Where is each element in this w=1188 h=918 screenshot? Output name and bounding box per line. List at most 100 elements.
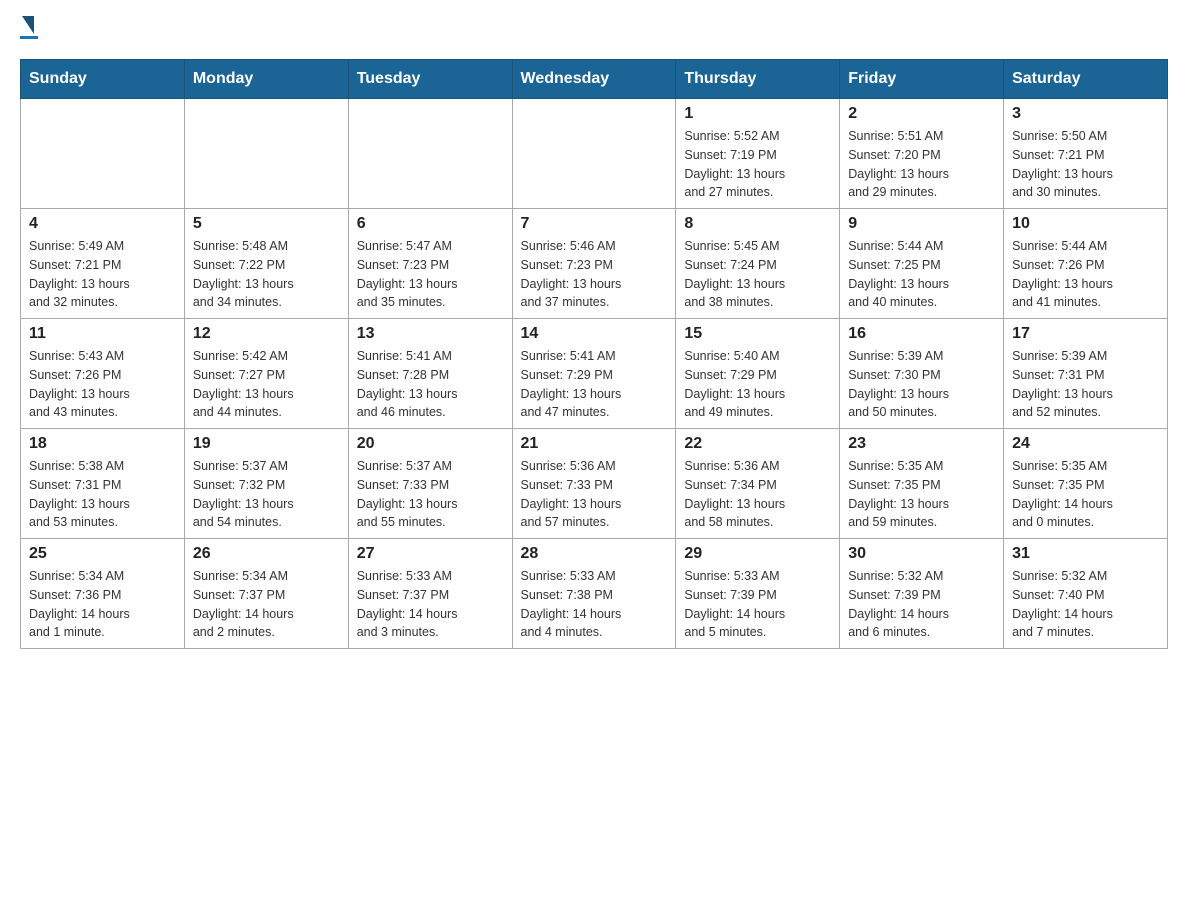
calendar-cell: 6 Sunrise: 5:47 AM Sunset: 7:23 PM Daylig… (348, 209, 512, 319)
day-info: Sunrise: 5:32 AM Sunset: 7:39 PM Dayligh… (848, 567, 995, 642)
day-number: 6 (357, 215, 504, 233)
header-thursday: Thursday (676, 60, 840, 99)
day-info: Sunrise: 5:37 AM Sunset: 7:32 PM Dayligh… (193, 457, 340, 532)
calendar-cell: 25 Sunrise: 5:34 AM Sunset: 7:36 PM Dayli… (21, 539, 185, 649)
calendar-table: Sunday Monday Tuesday Wednesday Thursday… (20, 59, 1168, 649)
calendar-week-row: 1Sunrise: 5:52 AM Sunset: 7:19 PM Daylig… (21, 99, 1168, 209)
day-number: 14 (521, 325, 668, 343)
calendar-header-row: Sunday Monday Tuesday Wednesday Thursday… (21, 60, 1168, 99)
calendar-cell: 31 Sunrise: 5:32 AM Sunset: 7:40 PM Dayli… (1004, 539, 1168, 649)
calendar-week-row: 11Sunrise: 5:43 AM Sunset: 7:26 PM Dayli… (21, 319, 1168, 429)
calendar-cell: 12 Sunrise: 5:42 AM Sunset: 7:27 PM Dayli… (184, 319, 348, 429)
calendar-cell: 9 Sunrise: 5:44 AM Sunset: 7:25 PM Daylig… (840, 209, 1004, 319)
calendar-cell: 4 Sunrise: 5:49 AM Sunset: 7:21 PM Daylig… (21, 209, 185, 319)
day-number: 3 (1012, 105, 1159, 123)
calendar-cell: 16 Sunrise: 5:39 AM Sunset: 7:30 PM Dayli… (840, 319, 1004, 429)
header-wednesday: Wednesday (512, 60, 676, 99)
day-info: Sunrise: 5:33 AM Sunset: 7:39 PM Dayligh… (684, 567, 831, 642)
day-info: Sunrise: 5:41 AM Sunset: 7:29 PM Dayligh… (521, 347, 668, 422)
logo (20, 20, 38, 39)
day-number: 9 (848, 215, 995, 233)
calendar-cell: 23Sunrise: 5:35 AM Sunset: 7:35 PM Dayli… (840, 429, 1004, 539)
day-number: 4 (29, 215, 176, 233)
day-number: 13 (357, 325, 504, 343)
day-number: 15 (684, 325, 831, 343)
day-info: Sunrise: 5:48 AM Sunset: 7:22 PM Dayligh… (193, 237, 340, 312)
day-info: Sunrise: 5:33 AM Sunset: 7:38 PM Dayligh… (521, 567, 668, 642)
day-info: Sunrise: 5:42 AM Sunset: 7:27 PM Dayligh… (193, 347, 340, 422)
day-info: Sunrise: 5:34 AM Sunset: 7:36 PM Dayligh… (29, 567, 176, 642)
calendar-cell: 5Sunrise: 5:48 AM Sunset: 7:22 PM Daylig… (184, 209, 348, 319)
calendar-cell: 29 Sunrise: 5:33 AM Sunset: 7:39 PM Dayli… (676, 539, 840, 649)
day-info: Sunrise: 5:33 AM Sunset: 7:37 PM Dayligh… (357, 567, 504, 642)
day-number: 8 (684, 215, 831, 233)
calendar-cell: 15 Sunrise: 5:40 AM Sunset: 7:29 PM Dayli… (676, 319, 840, 429)
calendar-cell: 18 Sunrise: 5:38 AM Sunset: 7:31 PM Dayli… (21, 429, 185, 539)
logo-underline (20, 36, 38, 39)
day-info: Sunrise: 5:36 AM Sunset: 7:34 PM Dayligh… (684, 457, 831, 532)
calendar-cell (184, 99, 348, 209)
day-info: Sunrise: 5:44 AM Sunset: 7:26 PM Dayligh… (1012, 237, 1159, 312)
calendar-cell (512, 99, 676, 209)
day-info: Sunrise: 5:39 AM Sunset: 7:31 PM Dayligh… (1012, 347, 1159, 422)
calendar-cell: 20 Sunrise: 5:37 AM Sunset: 7:33 PM Dayli… (348, 429, 512, 539)
day-info: Sunrise: 5:44 AM Sunset: 7:25 PM Dayligh… (848, 237, 995, 312)
day-number: 1 (684, 105, 831, 123)
day-info: Sunrise: 5:38 AM Sunset: 7:31 PM Dayligh… (29, 457, 176, 532)
day-number: 18 (29, 435, 176, 453)
day-info: Sunrise: 5:39 AM Sunset: 7:30 PM Dayligh… (848, 347, 995, 422)
day-number: 23 (848, 435, 995, 453)
calendar-cell: 28 Sunrise: 5:33 AM Sunset: 7:38 PM Dayli… (512, 539, 676, 649)
day-number: 16 (848, 325, 995, 343)
calendar-cell: 27 Sunrise: 5:33 AM Sunset: 7:37 PM Dayli… (348, 539, 512, 649)
calendar-cell: 30Sunrise: 5:32 AM Sunset: 7:39 PM Dayli… (840, 539, 1004, 649)
day-info: Sunrise: 5:51 AM Sunset: 7:20 PM Dayligh… (848, 127, 995, 202)
day-number: 25 (29, 545, 176, 563)
day-number: 20 (357, 435, 504, 453)
calendar-cell: 8 Sunrise: 5:45 AM Sunset: 7:24 PM Daylig… (676, 209, 840, 319)
calendar-cell: 14 Sunrise: 5:41 AM Sunset: 7:29 PM Dayli… (512, 319, 676, 429)
calendar-cell: 17 Sunrise: 5:39 AM Sunset: 7:31 PM Dayli… (1004, 319, 1168, 429)
day-number: 12 (193, 325, 340, 343)
day-info: Sunrise: 5:32 AM Sunset: 7:40 PM Dayligh… (1012, 567, 1159, 642)
calendar-cell: 1Sunrise: 5:52 AM Sunset: 7:19 PM Daylig… (676, 99, 840, 209)
day-info: Sunrise: 5:49 AM Sunset: 7:21 PM Dayligh… (29, 237, 176, 312)
page-header (20, 20, 1168, 39)
header-sunday: Sunday (21, 60, 185, 99)
calendar-cell: 21Sunrise: 5:36 AM Sunset: 7:33 PM Dayli… (512, 429, 676, 539)
header-monday: Monday (184, 60, 348, 99)
calendar-week-row: 4 Sunrise: 5:49 AM Sunset: 7:21 PM Daylig… (21, 209, 1168, 319)
day-info: Sunrise: 5:46 AM Sunset: 7:23 PM Dayligh… (521, 237, 668, 312)
calendar-cell: 19Sunrise: 5:37 AM Sunset: 7:32 PM Dayli… (184, 429, 348, 539)
day-number: 28 (521, 545, 668, 563)
day-number: 29 (684, 545, 831, 563)
day-number: 11 (29, 325, 176, 343)
day-number: 27 (357, 545, 504, 563)
calendar-cell: 13 Sunrise: 5:41 AM Sunset: 7:28 PM Dayli… (348, 319, 512, 429)
day-number: 7 (521, 215, 668, 233)
day-info: Sunrise: 5:41 AM Sunset: 7:28 PM Dayligh… (357, 347, 504, 422)
calendar-cell: 10Sunrise: 5:44 AM Sunset: 7:26 PM Dayli… (1004, 209, 1168, 319)
calendar-week-row: 18 Sunrise: 5:38 AM Sunset: 7:31 PM Dayli… (21, 429, 1168, 539)
calendar-cell: 24 Sunrise: 5:35 AM Sunset: 7:35 PM Dayli… (1004, 429, 1168, 539)
day-number: 31 (1012, 545, 1159, 563)
logo-triangle-icon (22, 16, 34, 34)
day-info: Sunrise: 5:50 AM Sunset: 7:21 PM Dayligh… (1012, 127, 1159, 202)
calendar-cell: 3 Sunrise: 5:50 AM Sunset: 7:21 PM Daylig… (1004, 99, 1168, 209)
calendar-cell: 26 Sunrise: 5:34 AM Sunset: 7:37 PM Dayli… (184, 539, 348, 649)
header-saturday: Saturday (1004, 60, 1168, 99)
calendar-cell: 22Sunrise: 5:36 AM Sunset: 7:34 PM Dayli… (676, 429, 840, 539)
day-info: Sunrise: 5:45 AM Sunset: 7:24 PM Dayligh… (684, 237, 831, 312)
day-info: Sunrise: 5:47 AM Sunset: 7:23 PM Dayligh… (357, 237, 504, 312)
day-number: 2 (848, 105, 995, 123)
day-number: 24 (1012, 435, 1159, 453)
day-info: Sunrise: 5:37 AM Sunset: 7:33 PM Dayligh… (357, 457, 504, 532)
day-number: 17 (1012, 325, 1159, 343)
day-info: Sunrise: 5:34 AM Sunset: 7:37 PM Dayligh… (193, 567, 340, 642)
day-info: Sunrise: 5:36 AM Sunset: 7:33 PM Dayligh… (521, 457, 668, 532)
day-info: Sunrise: 5:35 AM Sunset: 7:35 PM Dayligh… (1012, 457, 1159, 532)
day-number: 26 (193, 545, 340, 563)
calendar-cell: 11Sunrise: 5:43 AM Sunset: 7:26 PM Dayli… (21, 319, 185, 429)
calendar-cell (21, 99, 185, 209)
day-info: Sunrise: 5:40 AM Sunset: 7:29 PM Dayligh… (684, 347, 831, 422)
